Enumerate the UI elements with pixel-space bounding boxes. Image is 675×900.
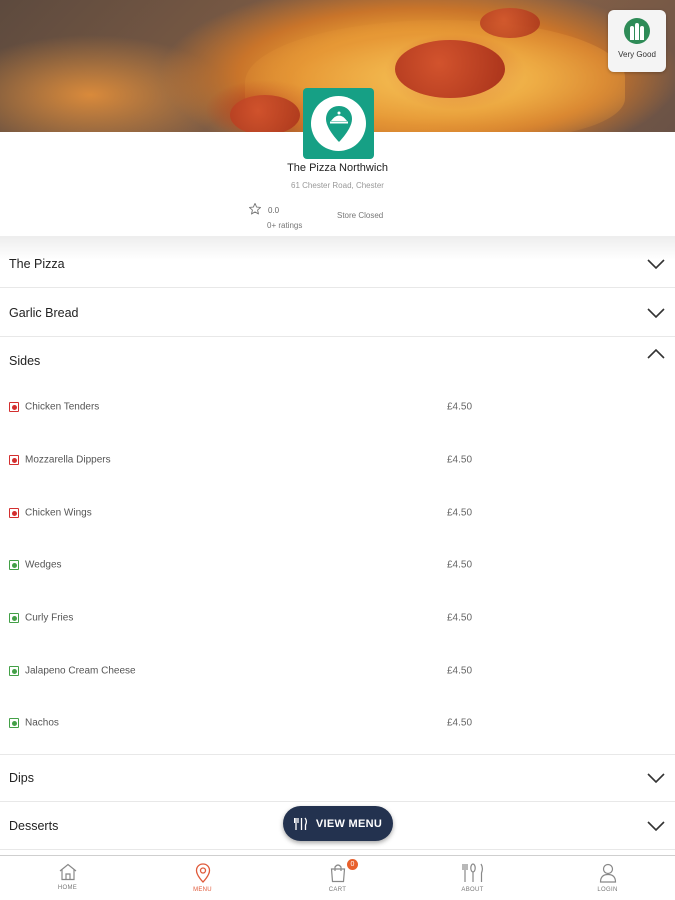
menu-item[interactable]: Curly Fries £4.50	[0, 592, 675, 644]
user-icon	[599, 863, 616, 883]
category-sides[interactable]: Sides	[0, 337, 675, 385]
non-veg-indicator-icon	[9, 402, 19, 412]
menu-item[interactable]: Chicken Tenders £4.50	[0, 381, 675, 433]
menu-item[interactable]: Chicken Wings £4.50	[0, 487, 675, 539]
cart-count-badge: 0	[347, 859, 358, 870]
store-logo	[303, 88, 374, 159]
chevron-down-icon	[647, 820, 665, 831]
item-price: £4.50	[447, 612, 473, 624]
nav-about[interactable]: ABOUT	[405, 856, 540, 900]
chevron-down-icon	[647, 773, 665, 783]
category-label: Garlic Bread	[9, 305, 79, 320]
category-dips[interactable]: Dips	[0, 754, 675, 802]
item-name: Chicken Tenders	[25, 401, 100, 413]
map-pin-cloche-icon	[325, 105, 352, 142]
category-garlic-bread[interactable]: Garlic Bread	[0, 289, 675, 337]
nav-label: HOME	[57, 885, 78, 891]
location-pin-icon	[195, 863, 210, 883]
rating-badge[interactable]: Very Good	[608, 10, 666, 72]
item-price: £4.50	[447, 665, 473, 677]
nav-home[interactable]: HOME	[0, 856, 135, 900]
veg-indicator-icon	[9, 666, 19, 676]
cutlery-icon	[461, 863, 483, 882]
view-menu-label: VIEW MENU	[315, 817, 383, 830]
item-name: Wedges	[25, 559, 62, 571]
item-name: Nachos	[25, 717, 59, 729]
menu-item[interactable]: Mozzarella Dippers £4.50	[0, 434, 675, 486]
veg-indicator-icon	[9, 560, 19, 570]
item-price: £4.50	[447, 559, 473, 571]
nav-cart[interactable]: 0 CART	[270, 856, 405, 900]
cutlery-icon	[293, 817, 307, 830]
item-price: £4.50	[447, 454, 473, 466]
item-name: Jalapeno Cream Cheese	[25, 665, 136, 677]
category-label: The Pizza	[9, 256, 65, 271]
menu-item[interactable]: Wedges £4.50	[0, 539, 675, 591]
rating-bars-icon	[624, 18, 650, 44]
menu-item[interactable]: Jalapeno Cream Cheese £4.50	[0, 645, 675, 697]
nav-label: MENU	[193, 887, 212, 893]
nav-label: ABOUT	[461, 887, 484, 893]
home-icon	[59, 863, 76, 881]
category-label: Desserts	[9, 818, 59, 833]
category-label: Sides	[9, 354, 41, 368]
chevron-down-icon	[647, 258, 665, 269]
item-name: Chicken Wings	[25, 507, 92, 519]
rating-badge-label: Very Good	[618, 50, 656, 59]
veg-indicator-icon	[9, 718, 19, 728]
store-address: 61 Chester Road, Chester	[291, 181, 384, 190]
item-name: Curly Fries	[25, 612, 74, 624]
chevron-down-icon	[647, 307, 665, 318]
nav-label: LOGIN	[597, 887, 618, 893]
category-the-pizza[interactable]: The Pizza	[0, 240, 675, 288]
nav-login[interactable]: LOGIN	[540, 856, 675, 900]
item-price: £4.50	[447, 401, 473, 413]
shopping-bag-icon	[330, 864, 345, 883]
rating-value: 0.0	[268, 206, 280, 215]
category-label: Dips	[9, 771, 35, 785]
nav-label: CART	[328, 887, 347, 893]
chevron-up-icon	[647, 349, 665, 359]
non-veg-indicator-icon	[9, 508, 19, 518]
pepperoni-slice	[230, 95, 300, 132]
store-status: Store Closed	[337, 211, 384, 220]
menu-item[interactable]: Nachos £4.50	[0, 697, 675, 749]
bottom-navigation: HOME MENU 0 CART ABOUT LOGIN	[0, 855, 675, 900]
star-icon	[248, 202, 262, 221]
nav-menu[interactable]: MENU	[135, 856, 270, 900]
item-name: Mozzarella Dippers	[25, 454, 111, 466]
item-price: £4.50	[447, 717, 473, 729]
pepperoni-slice	[480, 8, 540, 38]
view-menu-button[interactable]: VIEW MENU	[283, 806, 393, 841]
pepperoni-slice	[395, 40, 505, 98]
ratings-count: 0+ ratings	[267, 221, 303, 230]
store-name: The Pizza Northwich	[287, 162, 388, 174]
non-veg-indicator-icon	[9, 455, 19, 465]
veg-indicator-icon	[9, 613, 19, 623]
item-price: £4.50	[447, 507, 473, 519]
